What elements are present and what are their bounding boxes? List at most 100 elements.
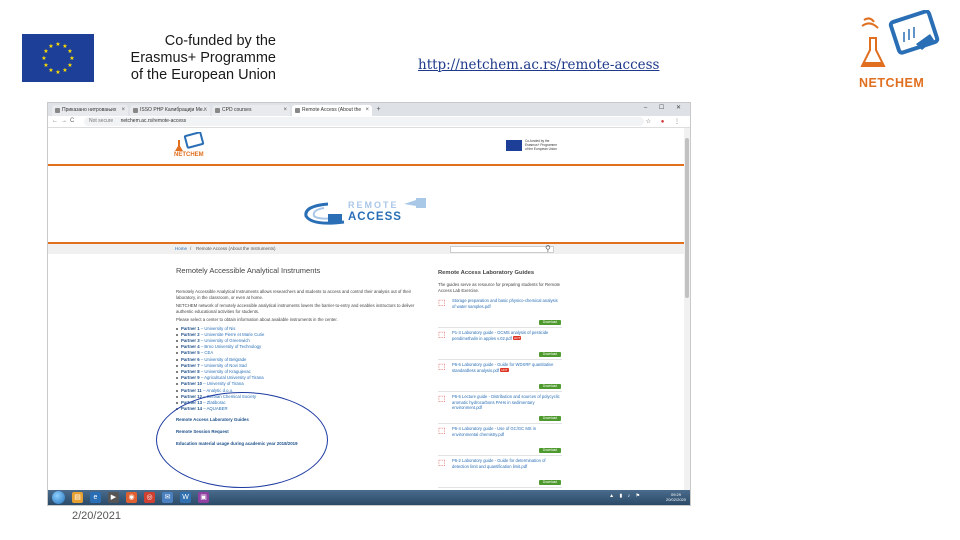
back-button[interactable]: ←: [52, 118, 58, 124]
reload-button[interactable]: C: [70, 118, 74, 124]
partner-name: – University of Kragujevac: [199, 368, 251, 374]
download-button[interactable]: Download: [539, 352, 561, 357]
tab-favicon-icon: [55, 108, 60, 113]
guide-link[interactable]: P6-4 Laboratory guide - Use of GC/GC MS …: [452, 426, 560, 437]
mail-icon[interactable]: ✉: [162, 492, 173, 503]
guide-item: ⬚ P6-4 Laboratory guide - Use of GC/GC MS…: [438, 425, 562, 456]
partner-name: – University of Novi Sad: [199, 362, 247, 368]
firefox-icon[interactable]: ◉: [126, 492, 137, 503]
web-page: NETCHEM Co-funded by the Erasmus+ Progra…: [48, 128, 690, 501]
system-tray-icons[interactable]: ▲ ▮ ♪ ⚑: [609, 493, 642, 499]
partner-name: – Brno University of Technology: [199, 344, 262, 350]
svg-text:★: ★: [48, 43, 53, 50]
pdf-icon: ⬚: [438, 458, 446, 467]
partner-number: Partner 11: [181, 387, 202, 393]
eu-mini-line-3: of the European Union: [525, 147, 557, 151]
browser-tab-bar: Приказано нитровањих фасад × ISSO PHP Ка…: [48, 103, 690, 124]
breadcrumb-current: Remote Access (About the Instruments): [196, 246, 276, 251]
guide-link[interactable]: P1-3 Laboratory guide - GCMS analysis of…: [452, 330, 560, 341]
new-tab-button[interactable]: +: [374, 105, 383, 114]
partner-name: – Universite Pierre et Marie Curie: [199, 331, 265, 337]
intro-paragraph-1: Remotely Accessible Analytical Instrumen…: [176, 289, 412, 300]
hot-badge: HOT: [512, 336, 522, 341]
guide-item: ⬚ P6-6 Laboratory guide - Guide for WDXRF…: [438, 361, 562, 392]
svg-text:★: ★: [41, 55, 46, 62]
download-button[interactable]: Download: [539, 416, 561, 421]
close-icon[interactable]: ×: [283, 105, 287, 116]
address-url: netchem.ac.rs/remote-access: [120, 118, 187, 124]
close-icon[interactable]: ×: [365, 105, 369, 116]
file-explorer-icon[interactable]: ▤: [72, 492, 83, 503]
svg-text:★: ★: [69, 55, 74, 62]
start-button[interactable]: [52, 491, 65, 504]
extension-icon[interactable]: ●: [661, 119, 669, 125]
download-button[interactable]: Download: [539, 480, 561, 485]
svg-text:★: ★: [67, 48, 72, 55]
search-icon[interactable]: ⚲: [545, 244, 551, 253]
address-input[interactable]: Not secure netchem.ac.rs/remote-access: [84, 117, 644, 126]
site-search-input[interactable]: [450, 246, 554, 253]
media-player-icon[interactable]: ▶: [108, 492, 119, 503]
slide: ★ ★ ★ ★ ★ ★ ★ ★ ★ ★ ★ ★ Co-funded by the Erasmus…: [0, 0, 960, 540]
partner-name: – University of Greenwich: [199, 337, 250, 343]
guide-link[interactable]: P6-2 Laboratory guide - Guide for determ…: [452, 458, 560, 469]
download-button[interactable]: Download: [539, 448, 561, 453]
partner-name: – University of Nis: [199, 325, 236, 331]
guide-link[interactable]: P6-6 Laboratory guide - Guide for WDXRF …: [452, 362, 560, 373]
pdf-icon: ⬚: [438, 362, 446, 371]
guide-title: P6-4 Laboratory guide - Use of GC/GC MS …: [452, 426, 537, 437]
browser-tab-2[interactable]: ISSO PHP Калибрацији Ме... ×: [130, 105, 210, 116]
windows-taskbar: ▤ e ▶ ◉ ◎ ✉ W ▣ ▲ ▮ ♪ ⚑ 09:29 20/02/2020: [48, 490, 690, 505]
svg-text:★: ★: [48, 67, 53, 74]
guide-title: Storage preparation and basic physico-ch…: [452, 298, 558, 309]
guides-title: Remote Access Laboratory Guides: [438, 270, 535, 276]
remote-access-url-link[interactable]: http://netchem.ac.rs/remote-access: [418, 57, 659, 73]
browser-tab-1[interactable]: Приказано нитровањих фасад ×: [52, 105, 128, 124]
not-secure-label: Not secure: [89, 118, 114, 124]
guide-link[interactable]: P6-5 Lecture guide - Distribution and so…: [452, 394, 560, 411]
close-icon[interactable]: ×: [121, 105, 125, 116]
browser-tab-3[interactable]: CPD courses ×: [212, 105, 290, 116]
partner-number: Partner 5: [181, 350, 200, 356]
partner-number: Partner 8: [181, 368, 200, 374]
guide-title: P6-5 Lecture guide - Distribution and so…: [452, 394, 560, 410]
guide-item: ⬚ P6-5 Lecture guide - Distribution and s…: [438, 393, 562, 424]
banner-access-text: ACCESS: [348, 211, 402, 223]
partner-number: Partner 7: [181, 362, 200, 368]
window-controls[interactable]: ‒ ☐ ✕: [644, 104, 686, 111]
eu-text-line-2: Erasmus+ Programme: [130, 50, 276, 66]
scrollbar-thumb[interactable]: [685, 138, 689, 298]
download-button[interactable]: Download: [539, 320, 561, 325]
breadcrumb-home-link[interactable]: Home: [175, 244, 187, 254]
guide-link[interactable]: Storage preparation and basic physico-ch…: [452, 298, 560, 309]
page-title: Remotely Accessible Analytical Instrumen…: [176, 266, 321, 275]
guide-item: ⬚ P6-2 Laboratory guide - Guide for deter…: [438, 457, 562, 488]
netchem-logo-graphic: [860, 9, 940, 67]
eu-flag-mini: [506, 140, 522, 151]
browser-screenshot: Приказано нитровањих фасад × ISSO PHP Ка…: [47, 102, 691, 506]
browser-tab-4-active[interactable]: Remote Access (About the Instr... ×: [292, 105, 372, 124]
partner-number: Partner 6: [181, 356, 200, 362]
partner-name: – CEA: [199, 350, 214, 356]
address-bar-icons[interactable]: ☆ ● ⋮: [646, 118, 684, 125]
download-button[interactable]: Download: [539, 384, 561, 389]
site-netchem-logo[interactable]: NETCHEM: [174, 131, 218, 162]
site-header: NETCHEM Co-funded by the Erasmus+ Progra…: [48, 128, 684, 164]
close-icon[interactable]: ×: [203, 105, 207, 116]
image-viewer-icon[interactable]: ▣: [198, 492, 209, 503]
chrome-icon[interactable]: ◎: [144, 492, 155, 503]
partner-name: – University of Belgrade: [199, 356, 247, 362]
eu-text-line-3: of the European Union: [130, 67, 276, 83]
svg-text:★: ★: [62, 67, 67, 74]
word-icon[interactable]: W: [180, 492, 191, 503]
internet-explorer-icon[interactable]: e: [90, 492, 101, 503]
netchem-logo-word: NETCHEM: [859, 76, 925, 90]
forward-button[interactable]: →: [61, 118, 67, 124]
pdf-icon: ⬚: [438, 298, 446, 307]
page-scrollbar[interactable]: [684, 128, 690, 492]
partner-name: – University of Tirana: [202, 381, 244, 387]
taskbar-clock[interactable]: 09:29 20/02/2020: [666, 492, 686, 502]
partner-number: Partner 2: [181, 331, 200, 337]
svg-text:★: ★: [55, 69, 60, 76]
partner-number: Partner 1: [181, 325, 200, 331]
